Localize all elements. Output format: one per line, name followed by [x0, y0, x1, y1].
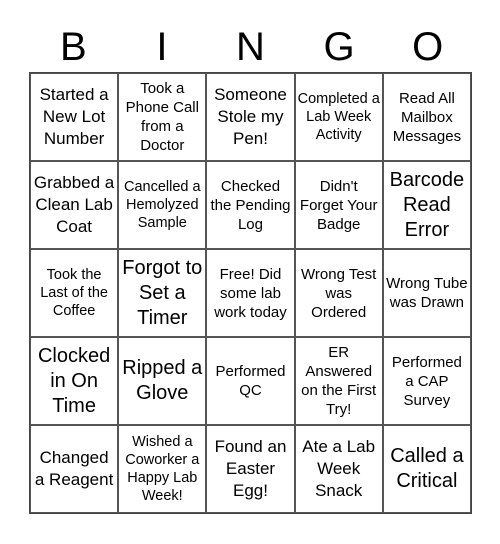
bingo-cell[interactable]: Took a Phone Call from a Doctor	[118, 73, 207, 161]
header-letter-o: O	[412, 25, 444, 69]
header-letter-n: N	[236, 25, 265, 69]
free-space-cell[interactable]: Free! Did some lab work today	[206, 249, 295, 337]
bingo-cell[interactable]: Read All Mailbox Messages	[382, 73, 471, 161]
bingo-cell[interactable]: Grabbed a Clean Lab Coat	[30, 161, 119, 249]
bingo-cell[interactable]: Performed QC	[206, 337, 295, 425]
bingo-cell[interactable]: Took the Last of the Coffee	[30, 249, 119, 337]
bingo-cell[interactable]: Ate a Lab Week Snack	[294, 425, 383, 513]
bingo-cell[interactable]: ER Answered on the First Try!	[294, 337, 383, 425]
header-letter-i: I	[156, 25, 168, 69]
bingo-cell[interactable]: Cancelled a Hemolyzed Sample	[118, 161, 207, 249]
bingo-cell[interactable]: Performed a CAP Survey	[382, 337, 471, 425]
header-letter-g: G	[323, 25, 355, 69]
bingo-cell[interactable]: Found an Easter Egg!	[206, 425, 295, 513]
bingo-cell[interactable]: Changed a Reagent	[30, 425, 119, 513]
bingo-cell[interactable]: Started a New Lot Number	[30, 73, 119, 161]
bingo-cell[interactable]: Ripped a Glove	[118, 337, 207, 425]
bingo-cell[interactable]: Completed a Lab Week Activity	[294, 73, 383, 161]
bingo-cell[interactable]: Barcode Read Error	[382, 161, 471, 249]
header-letter-b: B	[59, 25, 87, 69]
bingo-cell[interactable]: Called a Critical	[382, 425, 471, 513]
bingo-grid: Started a New Lot Number Took a Phone Ca…	[29, 72, 472, 514]
bingo-cell[interactable]: Wrong Tube was Drawn	[382, 249, 471, 337]
bingo-cell[interactable]: Wished a Coworker a Happy Lab Week!	[118, 425, 207, 513]
bingo-cell[interactable]: Clocked in On Time	[30, 337, 119, 425]
bingo-cell[interactable]: Checked the Pending Log	[206, 161, 295, 249]
bingo-cell[interactable]: Didn't Forget Your Badge	[294, 161, 383, 249]
bingo-cell[interactable]: Someone Stole my Pen!	[206, 73, 295, 161]
bingo-cell[interactable]: Forgot to Set a Timer	[118, 249, 207, 337]
bingo-header: B I N G O	[29, 22, 472, 72]
bingo-cell[interactable]: Wrong Test was Ordered	[294, 249, 383, 337]
